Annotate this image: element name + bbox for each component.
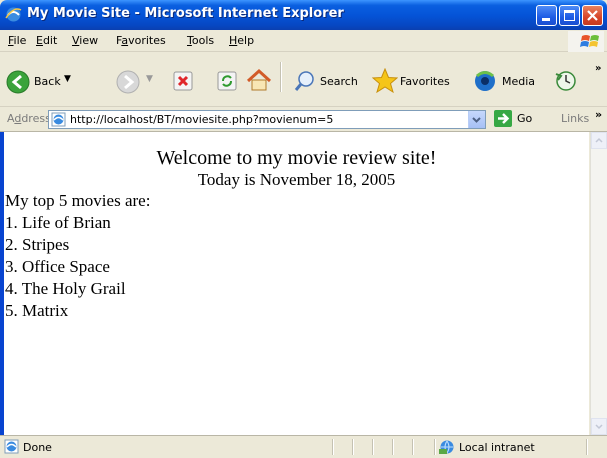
favorites-star-icon (372, 68, 398, 94)
scroll-down-arrow-icon (595, 424, 603, 430)
chevron-down-icon (472, 117, 481, 123)
address-input[interactable]: http://localhost/BT/moviesite.php?movien… (48, 110, 486, 129)
minimize-button[interactable] (536, 5, 557, 26)
links-toolbar[interactable]: Links» (561, 108, 602, 125)
search-icon (294, 71, 314, 91)
status-divider (586, 439, 588, 455)
forward-arrow-icon (116, 70, 140, 94)
scroll-up-arrow-icon (595, 137, 603, 143)
status-divider (372, 439, 374, 455)
minimize-icon (542, 18, 550, 21)
windows-logo-icon (568, 31, 604, 52)
media-icon (475, 71, 495, 91)
go-arrow-icon (494, 110, 512, 127)
security-zone: Local intranet (459, 441, 535, 454)
date-line: Today is November 18, 2005 (197, 170, 396, 189)
address-url: http://localhost/BT/moviesite.php?movien… (70, 113, 334, 126)
movie-item: 2. Stripes (5, 235, 70, 254)
toolbar-overflow-chevron-icon[interactable]: » (595, 63, 601, 74)
back-arrow-icon (6, 70, 30, 94)
title-bar[interactable]: My Movie Site - Microsoft Internet Explo… (0, 0, 607, 30)
address-label: Address (7, 112, 51, 125)
menu-view[interactable]: View (72, 34, 98, 47)
window-title: My Movie Site - Microsoft Internet Explo… (27, 6, 344, 21)
menu-help[interactable]: Help (229, 34, 254, 47)
status-divider (392, 439, 394, 455)
page-heading: Welcome to my movie review site! (156, 147, 437, 169)
menu-edit[interactable]: Edit (36, 34, 57, 47)
menu-tools[interactable]: Tools (187, 34, 214, 47)
scroll-down-button[interactable] (591, 418, 607, 435)
history-icon (555, 71, 576, 91)
vertical-scrollbar[interactable] (590, 132, 607, 435)
status-divider (352, 439, 354, 455)
page-status-icon (4, 439, 19, 454)
address-dropdown-button[interactable] (468, 111, 485, 128)
forward-dropdown-icon[interactable]: ▼ (146, 74, 153, 84)
status-divider (412, 439, 414, 455)
menu-favorites[interactable]: Favorites (116, 34, 166, 47)
movies-intro: My top 5 movies are: (5, 191, 151, 210)
stop-icon (173, 71, 193, 91)
status-divider (434, 439, 436, 455)
links-chevron-icon: » (595, 108, 603, 121)
close-button[interactable] (582, 5, 603, 26)
toolbar-separator (280, 62, 282, 92)
browser-window: My Movie Site - Microsoft Internet Explo… (0, 0, 607, 458)
status-divider (332, 439, 334, 455)
movie-item: 3. Office Space (5, 257, 110, 276)
back-dropdown-icon[interactable]: ▼ (64, 74, 71, 84)
page-icon (51, 112, 66, 127)
home-icon (246, 68, 272, 91)
refresh-icon (217, 71, 237, 91)
menu-bar: File Edit View Favorites Tools Help (0, 30, 607, 52)
close-icon (587, 10, 598, 21)
scroll-up-button[interactable] (591, 132, 607, 149)
internet-explorer-icon (5, 7, 22, 22)
movie-item: 5. Matrix (5, 301, 69, 320)
movie-item: 1. Life of Brian (5, 213, 111, 232)
local-intranet-icon (439, 440, 454, 454)
maximize-button[interactable] (559, 5, 580, 26)
menu-file[interactable]: File (8, 34, 26, 47)
status-bar: Done Local intranet (0, 435, 607, 458)
page-content: Welcome to my movie review site! Today i… (4, 132, 589, 435)
address-bar: Address http://localhost/BT/moviesite.ph… (0, 107, 607, 132)
status-text: Done (23, 441, 52, 454)
movie-item: 4. The Holy Grail (5, 279, 126, 298)
maximize-icon (564, 10, 575, 21)
